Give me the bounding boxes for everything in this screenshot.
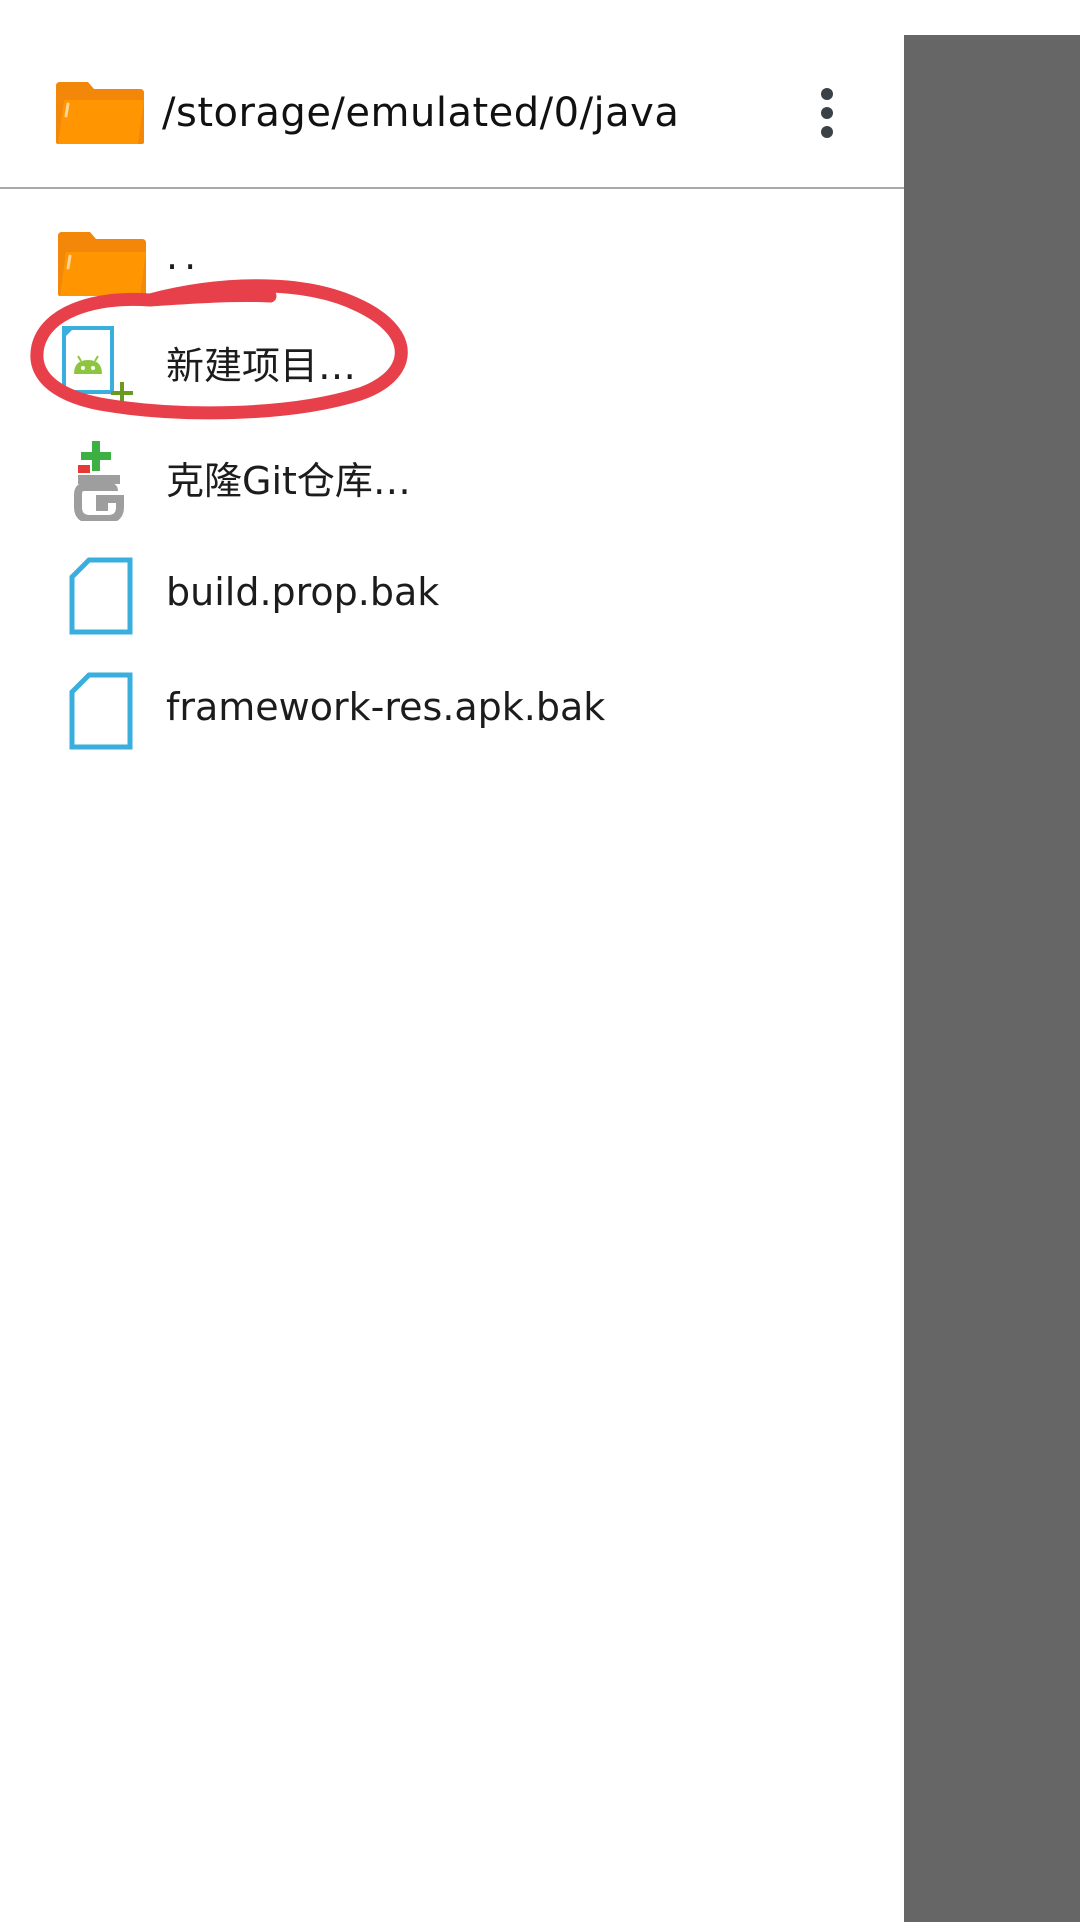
list-item-file[interactable]: build.prop.bak bbox=[0, 536, 904, 648]
list-item-label: .. bbox=[166, 234, 203, 278]
more-options-button[interactable] bbox=[804, 80, 850, 146]
list-item-new-project[interactable]: 新建项目… bbox=[0, 306, 904, 418]
file-icon bbox=[69, 557, 133, 635]
list-item-clone-git-repo[interactable]: 克隆Git仓库… bbox=[0, 421, 904, 533]
header-divider bbox=[0, 187, 904, 189]
list-item-label: build.prop.bak bbox=[166, 570, 440, 614]
drawer-header: /storage/emulated/0/java bbox=[0, 0, 904, 188]
list-item-label: 克隆Git仓库… bbox=[166, 458, 411, 503]
folder-icon bbox=[56, 82, 144, 144]
list-item-file[interactable]: framework-res.apk.bak bbox=[0, 651, 904, 763]
list-item-label: 新建项目… bbox=[166, 343, 357, 388]
file-icon bbox=[69, 672, 133, 750]
git-clone-icon bbox=[74, 441, 124, 521]
list-item-parent-directory[interactable]: .. bbox=[0, 200, 904, 312]
current-path-title: /storage/emulated/0/java bbox=[162, 90, 680, 136]
folder-icon bbox=[58, 232, 146, 296]
drawer-scrim[interactable] bbox=[904, 35, 1080, 1922]
more-vert-icon bbox=[821, 88, 833, 100]
file-drawer: /storage/emulated/0/java .. 新建项目… 克隆Git仓… bbox=[0, 0, 904, 1922]
list-item-label: framework-res.apk.bak bbox=[166, 685, 606, 729]
new-android-project-icon bbox=[62, 326, 133, 404]
